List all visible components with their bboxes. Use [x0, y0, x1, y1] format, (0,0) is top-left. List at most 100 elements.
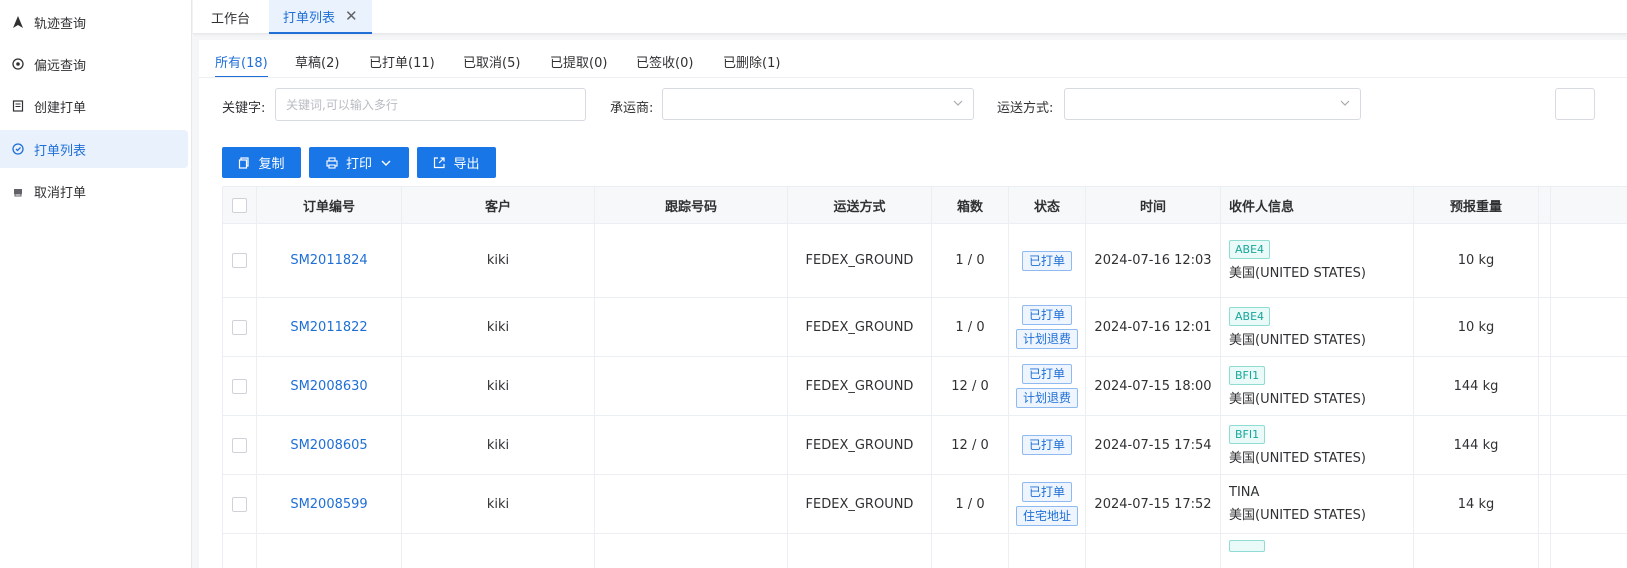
customer-cell: kiki	[402, 224, 595, 297]
export-button[interactable]: 导出	[417, 147, 496, 178]
customer-cell: kiki	[402, 298, 595, 356]
warehouse-badge: ABE4	[1229, 240, 1271, 259]
status-cell: 已打单 住宅地址	[1009, 475, 1086, 533]
carrier-label: 承运商:	[610, 101, 654, 116]
extra-cell	[1539, 416, 1551, 474]
shipping-cell: FEDEX_GROUND	[788, 475, 932, 533]
warehouse-badge: BFI1	[1229, 424, 1266, 444]
sidebar-item-cancel-label[interactable]: 取消打单	[0, 172, 188, 210]
status-tab-extracted[interactable]: 已提取(0)	[550, 52, 607, 78]
status-tabs: 所有(18) 草稿(2) 已打单(11) 已取消(5) 已提取(0) 已签收(0…	[215, 52, 1627, 78]
customer-cell: kiki	[402, 475, 595, 533]
table-row: SM2008599 kiki FEDEX_GROUND 1 / 0 已打单 住宅…	[223, 475, 1627, 534]
recipient-country: 美国(UNITED STATES)	[1229, 391, 1366, 407]
time-cell: 2024-07-16 12:03	[1086, 224, 1221, 297]
shipping-label: 运送方式:	[997, 101, 1054, 116]
order-no-link[interactable]: SM2008630	[290, 379, 367, 394]
recipient-cell: ABE4 美国(UNITED STATES)	[1221, 224, 1414, 297]
status-cell: 已打单	[1009, 416, 1086, 474]
document-icon	[12, 100, 24, 112]
tracking-cell	[595, 357, 788, 415]
copy-label: 复制	[258, 157, 285, 172]
keyword-label: 关键字:	[222, 101, 266, 116]
tab-label-list[interactable]: 打单列表 ✕	[269, 0, 372, 34]
status-tab-printed[interactable]: 已打单(11)	[369, 52, 435, 78]
carrier-select[interactable]	[662, 88, 974, 120]
weight-cell: 10 kg	[1414, 224, 1539, 297]
order-no-link[interactable]: SM2011824	[290, 253, 367, 268]
status-tab-draft[interactable]: 草稿(2)	[295, 52, 339, 78]
row-select-cell	[223, 224, 257, 297]
divider	[199, 77, 1627, 78]
close-icon[interactable]: ✕	[345, 8, 358, 24]
status-cell: 已打单	[1009, 224, 1086, 297]
tab-label: 工作台	[211, 11, 251, 27]
printer-icon	[326, 156, 338, 169]
row-checkbox[interactable]	[232, 253, 247, 268]
status-badge: 已打单	[1021, 364, 1072, 384]
copy-button[interactable]: 复制	[222, 147, 301, 178]
row-checkbox[interactable]	[232, 437, 247, 453]
boxes-cell: 12 / 0	[932, 416, 1009, 474]
row-checkbox[interactable]	[232, 378, 247, 394]
print-button[interactable]: 打印	[309, 147, 409, 178]
row-checkbox[interactable]	[232, 319, 247, 335]
weight-cell: 14 kg	[1414, 475, 1539, 533]
status-badge: 已打单	[1021, 305, 1072, 325]
row-select-cell	[223, 416, 257, 474]
filter-select-extra[interactable]	[1555, 88, 1595, 120]
recipient-cell: TINA 美国(UNITED STATES)	[1221, 475, 1414, 533]
export-icon	[434, 156, 446, 168]
recipient-country: 美国(UNITED STATES)	[1229, 450, 1366, 466]
boxes-cell: 1 / 0	[932, 224, 1009, 297]
row-select-cell	[223, 298, 257, 356]
status-tab-all[interactable]: 所有(18)	[215, 52, 268, 78]
sidebar-item-label-list[interactable]: 打单列表	[0, 130, 188, 168]
status-tab-signed[interactable]: 已签收(0)	[636, 52, 693, 78]
customer-cell: kiki	[402, 416, 595, 474]
sidebar-item-label: 取消打单	[34, 185, 87, 201]
status-badge: 计划退费	[1015, 388, 1078, 408]
row-select-cell	[223, 534, 257, 568]
keyword-input[interactable]	[275, 88, 586, 121]
print-label: 打印	[345, 157, 372, 172]
shipping-cell: FEDEX_GROUND	[788, 357, 932, 415]
status-cell: 已打单 计划退费	[1009, 298, 1086, 356]
status-tab-cancelled[interactable]: 已取消(5)	[463, 52, 520, 78]
filter-bar: 关键字: 承运商: 运送方式:	[199, 88, 1627, 124]
header-recipient: 收件人信息	[1221, 187, 1414, 224]
order-no-link[interactable]: SM2008599	[290, 497, 367, 512]
recipient-country: 美国(UNITED STATES)	[1229, 266, 1366, 281]
order-no-link[interactable]: SM2008605	[290, 438, 367, 453]
select-all-checkbox[interactable]	[232, 198, 247, 213]
header-weight: 预报重量	[1414, 187, 1539, 224]
weight-cell: 10 kg	[1414, 298, 1539, 356]
time-cell: 2024-07-15 18:00	[1086, 357, 1221, 415]
orders-table: 订单编号 客户 跟踪号码 运送方式 箱数 状态 时间 收件人信息 预报重量 SM…	[222, 186, 1627, 568]
chevron-down-icon	[381, 160, 391, 166]
order-no-link[interactable]: SM2011822	[290, 320, 367, 335]
copy-icon	[239, 156, 250, 169]
sidebar-item-label: 轨迹查询	[34, 16, 87, 32]
tab-workbench[interactable]: 工作台	[197, 0, 264, 34]
shipping-select[interactable]	[1064, 88, 1361, 120]
sidebar-item-create-label[interactable]: 创建打单	[0, 87, 188, 125]
boxes-cell: 1 / 0	[932, 298, 1009, 356]
target-icon	[12, 58, 24, 70]
row-select-cell	[223, 475, 257, 533]
status-tab-deleted[interactable]: 已删除(1)	[723, 52, 780, 78]
sidebar-item-track-query[interactable]: 轨迹查询	[0, 3, 188, 41]
row-checkbox[interactable]	[232, 496, 247, 512]
warehouse-badge: ABE4	[1229, 306, 1271, 326]
tracking-cell	[595, 224, 788, 297]
sidebar-item-remote-query[interactable]: 偏远查询	[0, 45, 188, 83]
shipping-cell: FEDEX_GROUND	[788, 298, 932, 356]
list-icon	[12, 143, 24, 155]
recipient-cell: BFI1 美国(UNITED STATES)	[1221, 357, 1414, 415]
weight-cell: 144 kg	[1414, 416, 1539, 474]
recipient-country: 美国(UNITED STATES)	[1229, 332, 1366, 348]
boxes-cell: 1 / 0	[932, 475, 1009, 533]
shipping-cell: FEDEX_GROUND	[788, 416, 932, 474]
header-customer: 客户	[402, 187, 595, 224]
chevron-down-icon	[953, 100, 963, 106]
